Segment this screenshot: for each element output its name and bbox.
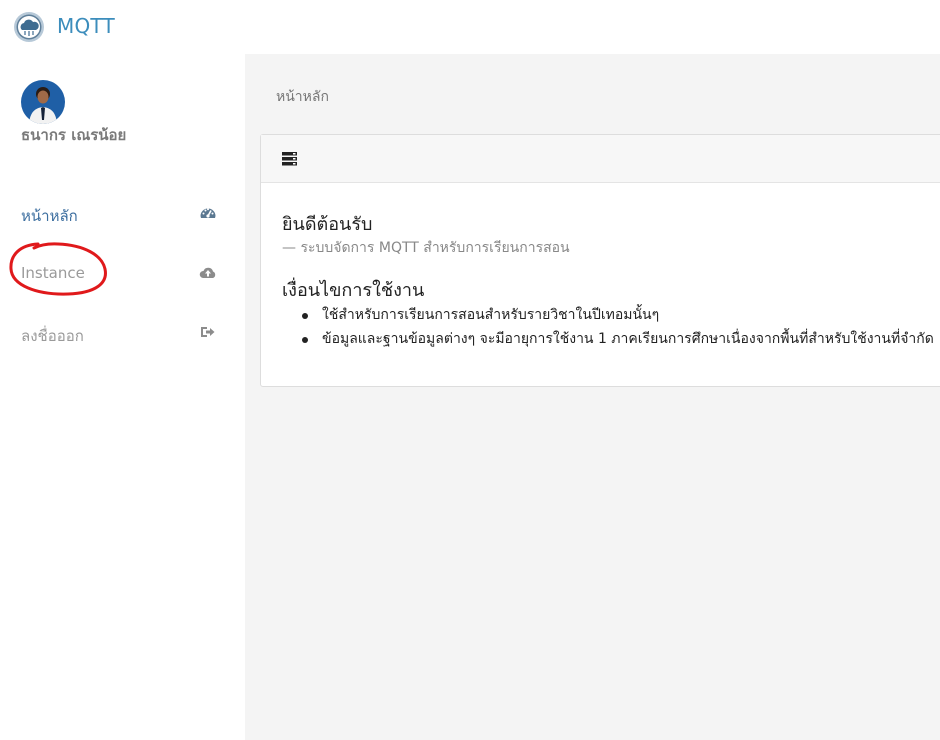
welcome-card: ยินดีต้อนรับ — ระบบจัดการ MQTT สำหรับการ… [260,134,940,387]
card-header [261,135,940,183]
terms-title: เงื่อนไขการใช้งาน [282,280,425,301]
sidebar-item-home[interactable]: หน้าหลัก [0,194,245,234]
cloud-upload-icon [199,267,216,278]
top-bar: MQTT [0,0,940,54]
sidebar-item-instance[interactable]: Instance [0,254,245,294]
term-text: ข้อมูลและฐานข้อมูลต่างๆ จะมีอายุการใช้งา… [322,331,934,347]
bullet [302,337,308,343]
sidebar-item-logout[interactable]: ลงชื่อออก [0,314,245,354]
terms-list: ใช้สำหรับการเรียนการสอนสำหรับรายวิชาในปี… [302,305,940,353]
welcome-subtitle: — ระบบจัดการ MQTT สำหรับการเรียนการสอน [282,240,570,256]
term-text: ใช้สำหรับการเรียนการสอนสำหรับรายวิชาในปี… [322,307,660,323]
user-name: ธนากร เณรน้อย [21,126,127,144]
cloud-icon[interactable] [13,11,45,43]
sign-out-icon [201,327,215,337]
main-content: หน้าหลัก ยินดีต้อนรับ — ระบบจัดการ MQTT … [245,54,940,740]
avatar [21,80,65,124]
sidebar: ธนากร เณรน้อย หน้าหลัก Instance ลงชื่อออ… [0,54,245,740]
list-item: ใช้สำหรับการเรียนการสอนสำหรับรายวิชาในปี… [302,305,940,329]
server-icon [282,152,297,166]
welcome-title: ยินดีต้อนรับ [282,214,373,235]
bullet [302,313,308,319]
sidebar-item-label: หน้าหลัก [21,207,78,225]
sidebar-item-label: ลงชื่อออก [21,327,84,345]
list-item: ข้อมูลและฐานข้อมูลต่างๆ จะมีอายุการใช้งา… [302,329,940,353]
app-title[interactable]: MQTT [57,14,115,38]
dashboard-icon [200,208,216,218]
breadcrumb[interactable]: หน้าหลัก [276,86,329,108]
sidebar-item-label: Instance [21,264,85,282]
